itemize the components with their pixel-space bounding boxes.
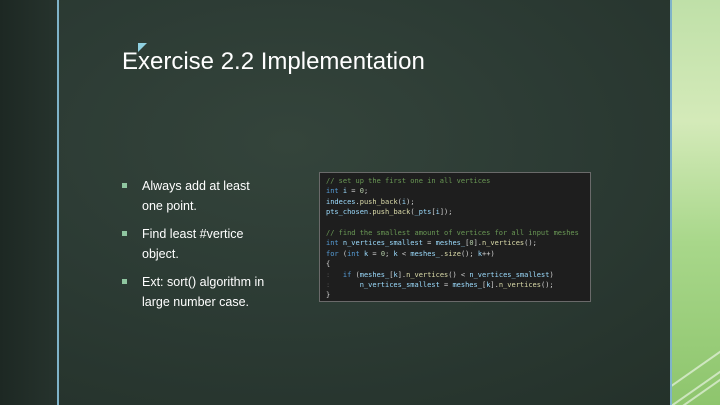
bullet-square-icon xyxy=(122,279,127,284)
code-line: : n_vertices_smallest = meshes_[k].n_ver… xyxy=(326,280,590,290)
slide-title: Exercise 2.2 Implementation xyxy=(122,48,425,75)
bullet-item: Find least #vertice object. xyxy=(122,224,272,264)
code-token: n_vertices_smallest xyxy=(469,270,550,279)
code-token: size xyxy=(444,249,461,258)
code-token: ) xyxy=(549,270,554,279)
code-token: n_vertices xyxy=(498,280,541,289)
code-line: // set up the first one in all vertices xyxy=(326,176,590,186)
code-token: ; xyxy=(363,187,369,196)
code-line: : if (meshes_[k].n_vertices() < n_vertic… xyxy=(326,270,590,280)
bullet-square-icon xyxy=(122,231,127,236)
code-line: int n_vertices_smallest = meshes_[0].n_v… xyxy=(326,238,590,248)
bullet-text: Find least #vertice object. xyxy=(142,227,244,261)
code-line: } xyxy=(326,290,590,300)
code-token: n_vertices xyxy=(406,270,449,279)
code-token: ( xyxy=(351,270,360,279)
code-token: = xyxy=(422,239,436,248)
code-token: ; xyxy=(385,249,394,258)
bullet-list: Always add at least one point. Find leas… xyxy=(122,176,272,320)
right-decor-band xyxy=(672,0,720,405)
code-token: : xyxy=(326,280,360,289)
code-token: (); xyxy=(524,239,537,248)
code-token: ++) xyxy=(482,249,495,258)
code-token: = xyxy=(439,280,453,289)
code-token: // set up the first one in all vertices xyxy=(326,177,491,185)
code-token: indeces xyxy=(326,197,356,206)
left-decor-band xyxy=(0,0,58,405)
code-token: (); xyxy=(541,280,554,289)
code-line: { xyxy=(326,259,590,269)
code-token: for xyxy=(326,249,339,258)
code-line: for (int k = 0; k < meshes_.size(); k++) xyxy=(326,249,590,259)
bullet-text: Ext: sort() algorithm in large number ca… xyxy=(142,275,265,309)
left-accent-rule xyxy=(57,0,59,405)
code-token: = xyxy=(347,187,360,196)
code-token: meshes_ xyxy=(452,280,482,289)
bullet-item: Ext: sort() algorithm in large number ca… xyxy=(122,272,272,312)
code-token: n_vertices xyxy=(482,239,525,248)
code-token: push_back xyxy=(372,208,411,217)
code-token: n_vertices_smallest xyxy=(342,239,423,248)
code-token: meshes_ xyxy=(359,270,390,279)
code-token: < xyxy=(397,249,411,258)
code-snippet-image: // set up the first one in all vertices i… xyxy=(319,172,591,302)
bullet-square-icon xyxy=(122,183,127,188)
code-token: ( xyxy=(338,249,348,258)
code-token: ]); xyxy=(439,208,453,217)
code-token: meshes_ xyxy=(410,249,440,258)
code-token: ]. xyxy=(397,270,407,279)
code-token: int xyxy=(347,249,360,258)
bullet-item: Always add at least one point. xyxy=(122,176,272,216)
code-line: indeces.push_back(i); xyxy=(326,197,590,207)
code-token: ); xyxy=(406,197,415,206)
code-token: int xyxy=(326,239,339,248)
code-token: } xyxy=(326,291,331,300)
code-token: _pts xyxy=(414,208,432,217)
code-token: n_vertices_smallest xyxy=(359,280,440,289)
code-line: // find the smallest amount of vertices … xyxy=(326,228,590,238)
code-token: ]. xyxy=(473,239,482,248)
code-token: push_back xyxy=(359,197,398,206)
code-token: meshes_ xyxy=(435,239,466,248)
code-token: = xyxy=(368,249,381,258)
bullet-text: Always add at least one point. xyxy=(142,179,250,213)
slide: Exercise 2.2 Implementation Always add a… xyxy=(0,0,720,405)
code-token: : xyxy=(326,270,343,279)
code-token: () < xyxy=(448,270,470,279)
decor-stripe xyxy=(672,334,720,388)
code-token: pts_chosen xyxy=(326,208,369,217)
code-token: ]. xyxy=(490,280,499,289)
code-token: int xyxy=(326,187,339,196)
code-token: (); xyxy=(460,249,478,258)
code-token: { xyxy=(326,260,331,269)
code-line: pts_chosen.push_back(_pts[i]); xyxy=(326,207,590,217)
code-token: // find the smallest amount of vertices … xyxy=(326,228,579,237)
code-line: int i = 0; xyxy=(326,186,590,196)
